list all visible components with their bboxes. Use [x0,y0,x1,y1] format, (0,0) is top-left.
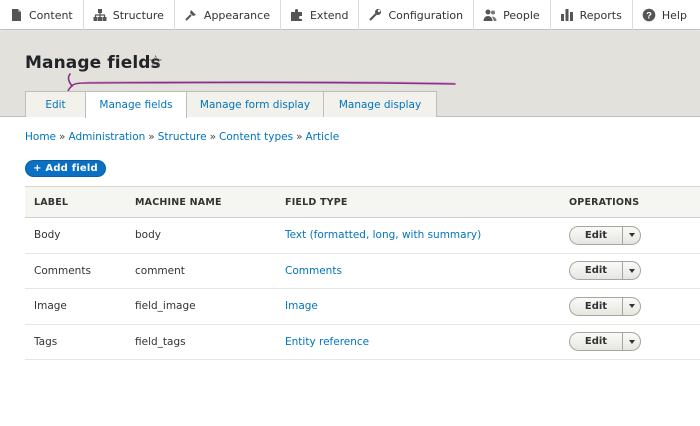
breadcrumb-article[interactable]: Article [306,131,340,143]
breadcrumb: Home» Administration» Structure» Content ty… [25,131,339,143]
toolbar-item-structure[interactable]: Structure [84,0,175,30]
toolbar-item-help[interactable]: ? Help [633,0,697,30]
toolbar-label: Help [661,8,687,22]
structure-icon [93,9,107,21]
toolbar-label: Configuration [388,8,464,22]
column-header-operations: OPERATIONS [569,196,640,208]
admin-toolbar: Content Structure Appearance Extend Conf… [0,0,700,30]
tab-manage-display[interactable]: Manage display [323,91,437,117]
chevron-down-icon [628,304,635,309]
svg-text:?: ? [646,10,652,21]
field-label: Comments [34,264,91,277]
edit-button[interactable]: Edit [569,296,622,316]
toolbar-item-extend[interactable]: Extend [281,0,360,30]
operations-toggle[interactable] [622,296,641,316]
tab-manage-fields[interactable]: Manage fields [85,91,187,118]
operations-toggle[interactable] [622,225,641,245]
table-row: Tags field_tags Entity reference Edit [25,325,700,360]
column-header-label: LABEL [34,196,69,208]
toolbar-label: Reports [579,8,622,22]
field-type-link[interactable]: Comments [285,265,342,277]
field-machine-name: field_tags [135,335,186,348]
breadcrumb-home[interactable]: Home [25,131,56,143]
field-label: Image [34,300,67,313]
content-icon [12,9,21,21]
table-row: Body body Text (formatted, long, with su… [25,218,700,254]
chevron-down-icon [628,339,635,344]
breadcrumb-separator: » [296,131,303,143]
breadcrumb-structure[interactable]: Structure [158,131,207,143]
toolbar-label: Appearance [203,8,270,22]
fields-table: LABEL MACHINE NAME FIELD TYPE OPERATIONS… [25,186,700,360]
toolbar-label: Structure [112,8,164,22]
operations-dropbutton: Edit [569,261,641,281]
toolbar-item-people[interactable]: People [474,0,551,30]
field-type-link[interactable]: Text (formatted, long, with summary) [285,229,481,241]
toolbar-item-reports[interactable]: Reports [551,0,633,30]
page-header: Manage fields ☆ Edit Manage fields Manag… [0,31,700,118]
chevron-down-icon [628,268,635,273]
field-machine-name: comment [135,264,185,277]
breadcrumb-separator: » [148,131,155,143]
field-type-link: Text (formatted, long, with summary) [285,229,481,241]
field-type-link: Image [285,300,318,312]
tab-manage-form-display[interactable]: Manage form display [186,91,324,117]
breadcrumb-separator: » [59,131,66,143]
people-icon [483,9,497,21]
breadcrumb-administration[interactable]: Administration [68,131,145,143]
operations-dropbutton: Edit [569,332,641,352]
field-label: Body [34,229,61,242]
operations-toggle[interactable] [622,332,641,352]
help-icon: ? [642,8,656,21]
chevron-down-icon [628,233,635,238]
toolbar-item-content[interactable]: Content [0,0,84,30]
field-type-link[interactable]: Image [285,300,318,312]
field-type-link[interactable]: Entity reference [285,336,369,348]
field-type-link: Entity reference [285,336,369,348]
table-row: Image field_image Image Edit [25,289,700,325]
toolbar-item-appearance[interactable]: Appearance [175,0,281,30]
toolbar-label: Extend [309,8,349,22]
operations-toggle[interactable] [622,261,641,281]
column-header-machine-name: MACHINE NAME [135,196,222,208]
extend-icon [290,9,302,21]
tab-edit[interactable]: Edit [25,91,86,117]
add-field-button[interactable]: + Add field [25,160,106,177]
edit-button[interactable]: Edit [569,332,622,352]
toolbar-label: Content [29,8,73,22]
field-machine-name: body [135,229,161,242]
edit-button[interactable]: Edit [569,225,622,245]
reports-icon [560,9,573,21]
field-label: Tags [34,335,58,348]
field-type-link: Comments [285,265,342,277]
configuration-icon [369,9,382,21]
breadcrumb-separator: » [209,131,217,143]
operations-dropbutton: Edit [569,296,641,316]
table-row: Comments comment Comments Edit [25,254,700,289]
table-header: LABEL MACHINE NAME FIELD TYPE OPERATIONS [25,186,700,218]
breadcrumb-content-types[interactable]: Content types [219,131,293,143]
edit-button[interactable]: Edit [569,261,622,281]
column-header-field-type: FIELD TYPE [285,196,348,208]
toolbar-label: People [503,8,540,22]
toolbar-item-configuration[interactable]: Configuration [359,0,475,30]
appearance-icon [185,10,196,21]
field-machine-name: field_image [135,300,196,313]
operations-dropbutton: Edit [569,225,641,245]
tabs: Edit Manage fields Manage form display M… [25,91,437,118]
